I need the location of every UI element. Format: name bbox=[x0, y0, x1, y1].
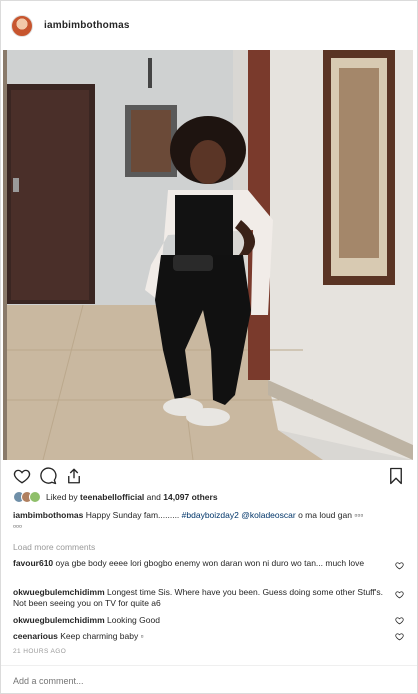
post-timestamp[interactable]: 21 HOURS AGO bbox=[13, 648, 66, 655]
post-photo[interactable] bbox=[3, 50, 413, 460]
post-header: iambimbothomas bbox=[1, 1, 417, 50]
avatar[interactable] bbox=[11, 14, 33, 37]
post-caption: iambimbothomas Happy Sunday fam.........… bbox=[13, 510, 405, 532]
liker-avatars bbox=[13, 491, 41, 503]
comment-item: ceenarious Keep charming baby ▫ bbox=[13, 631, 408, 642]
header-username[interactable]: iambimbothomas bbox=[44, 20, 130, 31]
heart-icon[interactable] bbox=[13, 467, 31, 485]
caption-text: Happy Sunday fam......... bbox=[85, 510, 182, 520]
caption-emoji: ▫▫▫ bbox=[354, 510, 364, 520]
share-icon[interactable] bbox=[65, 467, 83, 485]
comment-item: okwuegbulemchidimm Longest time Sis. Whe… bbox=[13, 587, 408, 609]
liker-username[interactable]: teenabellofficial bbox=[80, 492, 144, 502]
comment-like-icon[interactable] bbox=[395, 616, 404, 625]
add-comment-input[interactable] bbox=[13, 676, 373, 686]
comment-username[interactable]: favour610 bbox=[13, 558, 53, 568]
likes-connector: and bbox=[146, 492, 161, 502]
bookmark-icon[interactable] bbox=[387, 467, 405, 485]
caption-username[interactable]: iambimbothomas bbox=[13, 510, 83, 520]
comment-icon[interactable] bbox=[39, 467, 57, 485]
load-more-comments[interactable]: Load more comments bbox=[13, 542, 95, 552]
likes-summary: Liked by teenabellofficial and 14,097 ot… bbox=[13, 490, 218, 504]
caption-emoji-2: ▫▫▫ bbox=[13, 521, 23, 531]
comment-username[interactable]: okwuegbulemchidimm bbox=[13, 615, 105, 625]
comment-username[interactable]: ceenarious bbox=[13, 631, 58, 641]
caption-mention[interactable]: @koladeoscar bbox=[241, 510, 295, 520]
comment-like-icon[interactable] bbox=[395, 632, 404, 641]
comment-text: oya gbe body eeee lori gbogbo enemy won … bbox=[55, 558, 365, 568]
instagram-post: iambimbothomas Liked by teenabellofficia… bbox=[0, 0, 418, 694]
comment-item: okwuegbulemchidimm Looking Good bbox=[13, 615, 408, 626]
likes-count[interactable]: 14,097 others bbox=[163, 492, 217, 502]
caption-text-2: o ma loud gan bbox=[295, 510, 355, 520]
likes-prefix: Liked by bbox=[46, 492, 78, 502]
comment-like-icon[interactable] bbox=[395, 561, 404, 570]
comment-username[interactable]: okwuegbulemchidimm bbox=[13, 587, 105, 597]
comment-text: Keep charming baby ▫ bbox=[60, 631, 144, 641]
comment-like-icon[interactable] bbox=[395, 590, 404, 599]
caption-hashtag[interactable]: #bdayboizday2 bbox=[182, 510, 239, 520]
divider bbox=[1, 665, 417, 666]
photo-illustration bbox=[3, 50, 413, 460]
action-bar bbox=[1, 463, 417, 489]
avatar[interactable] bbox=[29, 491, 41, 503]
comment-item: favour610 oya gbe body eeee lori gbogbo … bbox=[13, 558, 408, 570]
comment-text: Looking Good bbox=[107, 615, 160, 625]
